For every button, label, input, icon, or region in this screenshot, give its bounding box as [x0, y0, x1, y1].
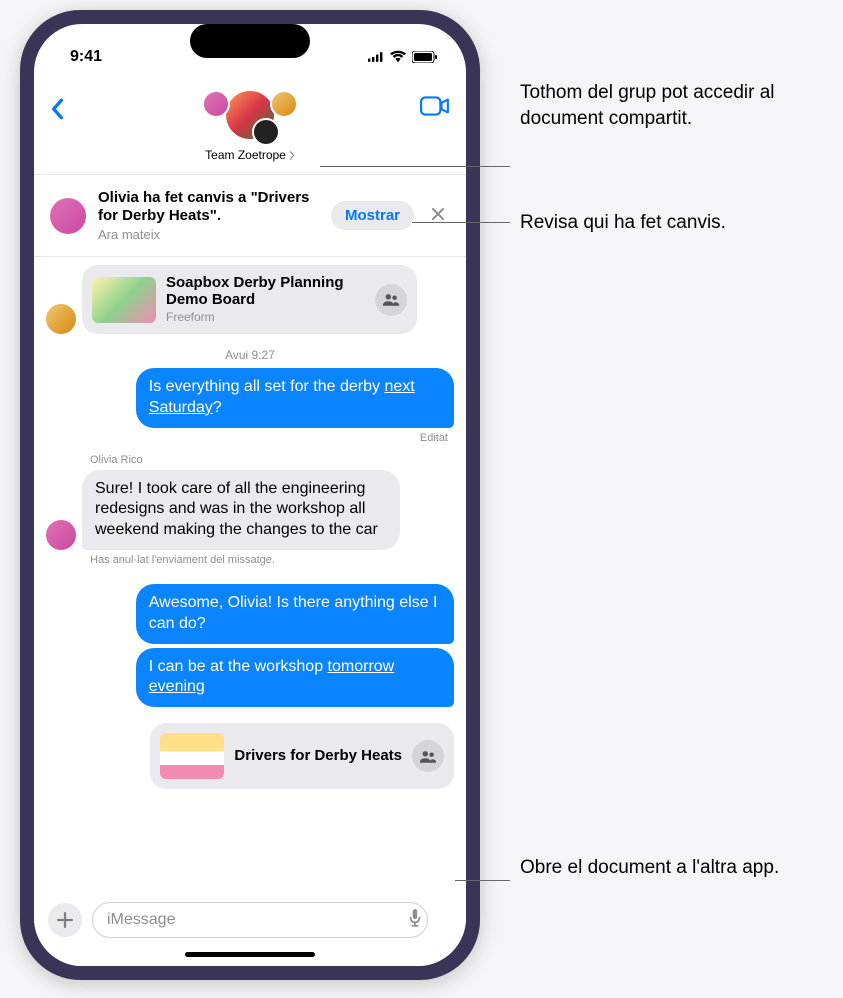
message-row-sent: I can be at the workshop tomorrow evenin…: [46, 648, 454, 708]
notif-avatar: [50, 198, 86, 234]
chevron-left-icon: [50, 98, 64, 120]
freeform-attachment-card[interactable]: Soapbox Derby Planning Demo Board Freefo…: [82, 265, 417, 334]
msg-text: I can be at the workshop: [149, 658, 328, 675]
plus-icon: [57, 912, 73, 928]
sender-avatar: [46, 304, 76, 334]
people-icon: [382, 293, 400, 306]
message-row-received: Sure! I took care of all the engineering…: [46, 470, 454, 550]
attachment-text: Soapbox Derby Planning Demo Board Freefo…: [166, 275, 365, 324]
unsent-note: Has anul·lat l'enviament del missatge.: [90, 554, 454, 566]
notif-title: Olivia ha fet canvis a "Drivers for Derb…: [98, 189, 319, 225]
callout-line: [412, 222, 510, 223]
callout-2: Revisa qui ha fet canvis.: [520, 210, 726, 236]
sender-name-label: Olivia Rico: [90, 454, 454, 466]
attachment-collab-button[interactable]: [412, 740, 444, 772]
messages-scroll[interactable]: Soapbox Derby Planning Demo Board Freefo…: [34, 257, 466, 896]
collab-notification-banner: Olivia ha fet canvis a "Drivers for Derb…: [34, 174, 466, 257]
dynamic-island: [190, 24, 310, 58]
status-time: 9:41: [70, 48, 102, 66]
people-icon: [419, 750, 437, 763]
attachment-app: Freeform: [166, 310, 365, 324]
dictation-button[interactable]: [408, 908, 422, 933]
chevron-right-icon: [289, 151, 295, 160]
msg-text: ?: [213, 399, 222, 416]
message-bubble-received[interactable]: Sure! I took care of all the engineering…: [82, 470, 400, 550]
attachment-collab-button[interactable]: [375, 284, 407, 316]
facetime-button[interactable]: [410, 84, 450, 121]
message-bubble-sent[interactable]: I can be at the workshop tomorrow evenin…: [136, 648, 454, 708]
msg-text: Is everything all set for the derby: [149, 378, 385, 395]
notif-text: Olivia ha fet canvis a "Drivers for Derb…: [98, 189, 319, 242]
notif-close-button[interactable]: [426, 204, 450, 227]
sender-avatar: [46, 520, 76, 550]
cellular-icon: [368, 49, 384, 65]
attachment-thumbnail: [160, 733, 224, 779]
battery-icon: [412, 51, 438, 63]
message-row-sent: Is everything all set for the derby next…: [46, 368, 454, 428]
close-icon: [431, 207, 445, 221]
nav-header: Team Zoetrope: [34, 78, 466, 174]
input-placeholder: iMessage: [107, 911, 175, 929]
message-input[interactable]: iMessage: [92, 902, 428, 938]
mic-icon: [408, 908, 422, 928]
message-bubble-sent[interactable]: Awesome, Olivia! Is there anything else …: [136, 584, 454, 644]
attachment-title: Soapbox Derby Planning Demo Board: [166, 275, 365, 308]
document-attachment-card[interactable]: Drivers for Derby Heats: [150, 723, 454, 789]
message-row-sent: Awesome, Olivia! Is there anything else …: [46, 584, 454, 644]
attachment-thumbnail: [92, 277, 156, 323]
attachment-text: Drivers for Derby Heats: [234, 748, 402, 765]
attachment-row-top: Soapbox Derby Planning Demo Board Freefo…: [46, 265, 454, 334]
status-icons: [368, 49, 438, 65]
callout-1: Tothom del grup pot accedir al document …: [520, 80, 820, 131]
phone-frame: 9:41 Team Zoetrope: [20, 10, 480, 980]
back-button[interactable]: [50, 84, 90, 127]
callout-3: Obre el document a l'altra app.: [520, 855, 779, 881]
callout-line: [455, 880, 510, 881]
group-name-label: Team Zoetrope: [205, 148, 286, 162]
wifi-icon: [390, 49, 406, 65]
avatar-small-1: [202, 90, 230, 118]
notif-show-button[interactable]: Mostrar: [331, 201, 414, 230]
callout-line: [320, 166, 510, 167]
avatar-small-2: [270, 90, 298, 118]
avatar-small-3: [252, 118, 280, 146]
header-center[interactable]: Team Zoetrope: [90, 84, 410, 162]
group-name[interactable]: Team Zoetrope: [205, 148, 295, 162]
edited-label: Editat: [46, 432, 448, 444]
message-bubble-sent[interactable]: Is everything all set for the derby next…: [136, 368, 454, 428]
attachment-title: Drivers for Derby Heats: [234, 748, 402, 765]
attachment-row-bottom: Drivers for Derby Heats: [46, 723, 454, 789]
plus-button[interactable]: [48, 903, 82, 937]
home-indicator[interactable]: [185, 952, 315, 957]
group-avatar-cluster: [190, 84, 310, 146]
notif-subtitle: Ara mateix: [98, 227, 319, 242]
video-icon: [420, 96, 450, 116]
timestamp: Avui 9:27: [46, 348, 454, 362]
